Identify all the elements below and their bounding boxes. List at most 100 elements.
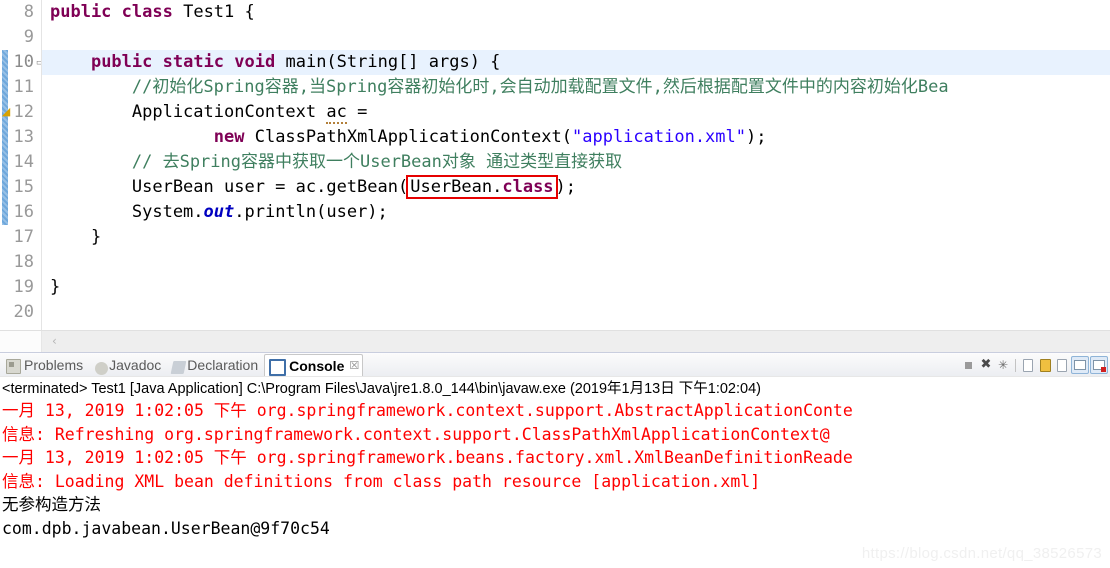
console-line: com.dpb.javabean.UserBean@9f70c54 (2, 518, 330, 538)
tab-declaration[interactable]: Declaration (167, 355, 264, 375)
code-token: Test1 { (172, 2, 255, 22)
editor-gutter: 8910▭1112◢1314151617181920 (0, 0, 45, 330)
console-launch-header: <terminated> Test1 [Java Application] C:… (2, 381, 761, 397)
console-output[interactable]: 一月 13, 2019 1:02:05 下午 org.springframewo… (0, 399, 1110, 540)
line-number: 10 (13, 52, 34, 72)
code-token: public (50, 2, 112, 22)
code-line[interactable] (42, 300, 1110, 325)
line-number: 18 (13, 252, 34, 272)
code-token: static (162, 52, 225, 72)
code-token: } (50, 227, 102, 247)
console-line: 一月 13, 2019 1:02:05 下午 org.springframewo… (2, 448, 853, 467)
tab-label: Declaration (187, 357, 259, 373)
code-line-text: public class Test1 { (42, 2, 255, 22)
scroll-lock-button[interactable] (1037, 357, 1053, 373)
declaration-icon (170, 360, 187, 374)
code-line[interactable]: ApplicationContext ac = (42, 100, 1110, 125)
tab-problems[interactable]: Problems (2, 355, 89, 375)
code-token: // 去Spring容器中获取一个UserBean对象 通过类型直接获取 (50, 152, 623, 172)
code-token: out (203, 202, 235, 222)
terminate-button[interactable] (961, 357, 977, 373)
warning-marker-icon[interactable]: ◢ (0, 100, 12, 125)
tab-console[interactable]: Console ☒ (264, 354, 364, 376)
console-toolbar[interactable]: ✖ ✳ (961, 356, 1108, 374)
code-line[interactable]: public static void main(String[] args) { (42, 50, 1110, 75)
close-icon[interactable]: ☒ (349, 359, 359, 372)
code-token: ClassPathXmlApplicationContext( (244, 127, 572, 147)
editor-horizontal-scrollbar[interactable]: ‹ (0, 330, 1110, 353)
code-token: ac (326, 102, 347, 124)
tab-label: Javadoc (109, 357, 162, 373)
console-line: 一月 13, 2019 1:02:05 下午 org.springframewo… (2, 401, 853, 420)
code-token: public (90, 52, 153, 72)
code-token: .println(user); (234, 202, 388, 222)
code-token: new (213, 127, 245, 147)
line-number: 15 (13, 177, 34, 197)
clear-console-button[interactable] (1020, 357, 1036, 373)
code-token: "application.xml" (572, 127, 746, 147)
code-line[interactable]: new ClassPathXmlApplicationContext("appl… (42, 125, 1110, 150)
code-line-text: System.out.println(user); (42, 202, 388, 222)
line-number: 11 (13, 77, 34, 97)
remove-launch-button[interactable]: ✖ (978, 357, 994, 373)
line-number: 20 (13, 302, 34, 322)
remove-all-launches-button[interactable]: ✳ (995, 357, 1011, 373)
code-line[interactable]: UserBean user = ac.getBean(UserBean.clas… (42, 175, 1110, 200)
toolbar-separator (1015, 358, 1016, 372)
editor-scroll-corner (0, 331, 42, 352)
code-line-text: UserBean user = ac.getBean(UserBean.clas… (42, 175, 577, 199)
pin-console-button[interactable] (1054, 357, 1070, 373)
editor-hscroll-track[interactable] (42, 331, 1110, 352)
code-token: UserBean user = ac.getBean( (50, 177, 409, 197)
bottom-view-tabbar[interactable]: Problems Javadoc Declaration Console ☒ ✖ ✳ (0, 354, 1110, 376)
code-token: ); (555, 177, 577, 197)
code-line[interactable]: } (42, 275, 1110, 300)
console-line: 信息: Loading XML bean definitions from cl… (2, 471, 761, 491)
code-token: System. (50, 202, 204, 222)
code-line[interactable] (42, 250, 1110, 275)
line-number: 19 (13, 277, 34, 297)
view-tabs[interactable]: Problems Javadoc Declaration Console ☒ (2, 354, 364, 376)
console-line: 无参构造方法 (2, 495, 101, 514)
code-token: ); (746, 127, 767, 147)
tab-javadoc[interactable]: Javadoc (89, 355, 167, 375)
javadoc-icon (95, 361, 109, 375)
line-number: 9 (23, 27, 34, 47)
code-token: } (50, 277, 61, 297)
code-line[interactable]: System.out.println(user); (42, 200, 1110, 225)
display-selected-console-button[interactable] (1071, 356, 1089, 374)
console-view[interactable]: <terminated> Test1 [Java Application] C:… (0, 376, 1110, 568)
code-line[interactable]: // 去Spring容器中获取一个UserBean对象 通过类型直接获取 (42, 150, 1110, 175)
console-line: 信息: Refreshing org.springframework.conte… (2, 424, 830, 444)
line-number: 13 (13, 127, 34, 147)
tab-label: Console (289, 357, 345, 374)
line-number: 17 (13, 227, 34, 247)
line-number: 14 (13, 152, 34, 172)
open-console-button[interactable] (1090, 356, 1108, 374)
code-token: class (502, 177, 554, 197)
line-number: 16 (13, 202, 34, 222)
java-source-editor[interactable]: 8910▭1112◢1314151617181920 public class … (0, 0, 1110, 330)
code-line[interactable]: //初始化Spring容器,当Spring容器初始化时,会自动加载配置文件,然后… (42, 75, 1110, 100)
eclipse-ide-window: 8910▭1112◢1314151617181920 public class … (0, 0, 1110, 568)
code-lines-container[interactable]: public class Test1 { public static void … (42, 0, 1110, 330)
code-line[interactable]: public class Test1 { (42, 0, 1110, 25)
scroll-left-icon[interactable]: ‹ (52, 334, 57, 348)
code-line-text: } (42, 227, 101, 247)
code-line[interactable]: } (42, 225, 1110, 250)
code-token: class (121, 2, 173, 22)
code-token: ApplicationContext (50, 102, 327, 122)
code-token: //初始化Spring容器,当Spring容器初始化时,会自动加载配置文件,然后… (50, 77, 949, 97)
problems-icon (6, 358, 21, 374)
code-line[interactable] (42, 25, 1110, 50)
highlight-annotation-box: UserBean.class (406, 175, 558, 199)
console-icon (269, 359, 287, 376)
code-token: main(String[] args) { (275, 52, 501, 72)
